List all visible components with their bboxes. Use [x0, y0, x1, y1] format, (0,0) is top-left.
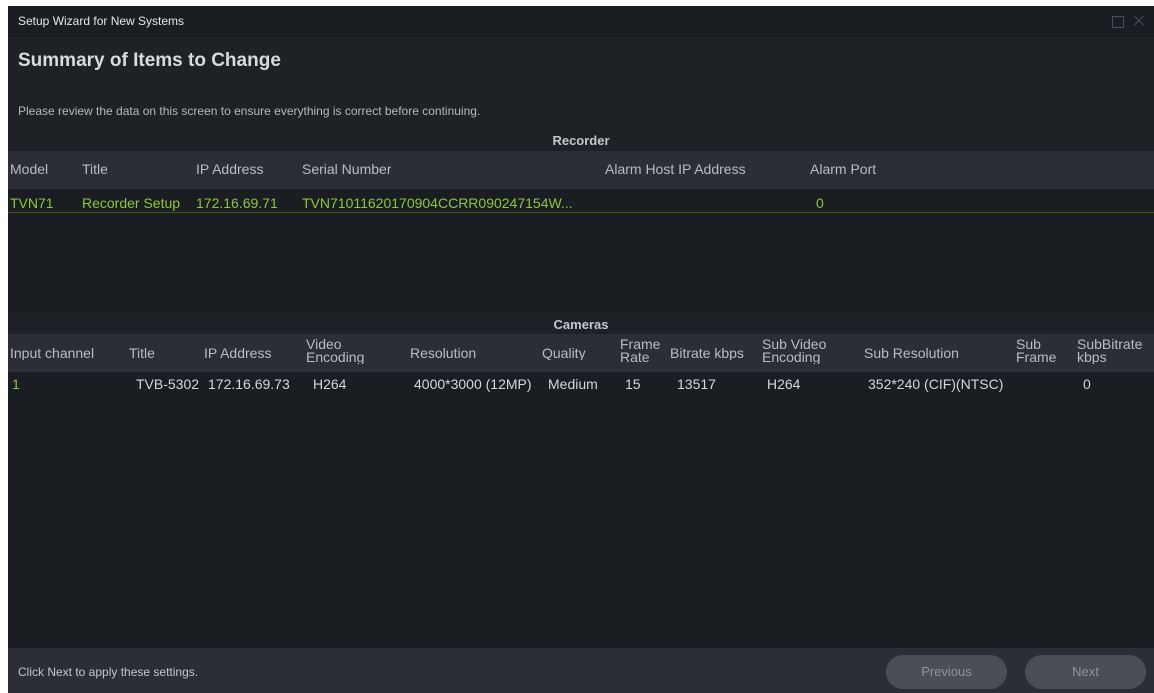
row-title: Recorder Setup: [82, 195, 181, 211]
row-ip-address: 172.16.69.73: [208, 376, 290, 392]
row-sub-resolution: 352*240 (CIF)(NTSC): [868, 376, 1004, 392]
title-bar: Setup Wizard for New Systems: [8, 6, 1154, 37]
column-header-serial-number[interactable]: Serial Number: [302, 163, 391, 176]
row-ip-address: 172.16.69.71: [196, 195, 278, 211]
column-header-ip-address[interactable]: IP Address: [196, 163, 263, 176]
row-model: TVN71: [10, 195, 54, 211]
row-sub-bitrate: 0: [1083, 376, 1091, 392]
previous-button[interactable]: Previous: [886, 655, 1007, 689]
wizard-footer: Click Next to apply these settings. Prev…: [8, 648, 1154, 693]
instruction-text: Please review the data on this screen to…: [18, 104, 481, 118]
window-title: Setup Wizard for New Systems: [18, 14, 185, 28]
column-header-bitrate[interactable]: Bitrate kbps: [670, 347, 744, 360]
column-header-alarm-host-ip[interactable]: Alarm Host IP Address: [605, 163, 746, 176]
close-icon[interactable]: [1130, 12, 1148, 30]
cameras-table-header: Input channel Title IP Address Video Enc…: [8, 334, 1154, 372]
column-header-ip-address[interactable]: IP Address: [204, 347, 271, 360]
cameras-table: Input channel Title IP Address Video Enc…: [8, 334, 1154, 648]
column-header-frame-rate[interactable]: Frame Rate: [620, 338, 668, 364]
recorder-table-header: Model Title IP Address Serial Number Ala…: [8, 151, 1154, 189]
column-header-title[interactable]: Title: [129, 347, 155, 360]
row-input-channel: 1: [12, 376, 20, 392]
recorder-section-title: Recorder: [552, 133, 610, 148]
footer-hint: Click Next to apply these settings.: [18, 665, 199, 679]
table-row[interactable]: TVN71 Recorder Setup 172.16.69.71 TVN710…: [8, 191, 1154, 213]
row-serial-number: TVN71011620170904CCRR090247154W...: [302, 195, 573, 211]
column-header-title[interactable]: Title: [82, 163, 108, 176]
column-header-video-encoding[interactable]: Video Encoding: [306, 338, 376, 364]
row-sub-video-encoding: H264: [767, 376, 801, 392]
row-bitrate: 13517: [677, 376, 716, 392]
column-header-model[interactable]: Model: [10, 163, 48, 176]
table-row[interactable]: 1 TVB-5302 172.16.69.73 H264 4000*3000 (…: [8, 372, 1154, 394]
column-header-input-channel[interactable]: Input channel: [10, 347, 94, 360]
column-header-alarm-port[interactable]: Alarm Port: [810, 163, 876, 176]
recorder-table: Model Title IP Address Serial Number Ala…: [8, 151, 1154, 312]
row-title: TVB-5302: [136, 376, 200, 392]
maximize-icon[interactable]: [1108, 12, 1126, 30]
column-header-quality[interactable]: Quality: [542, 347, 586, 360]
column-header-resolution[interactable]: Resolution: [410, 347, 476, 360]
row-quality: Medium: [548, 376, 598, 392]
row-video-encoding: H264: [313, 376, 347, 392]
page-title: Summary of Items to Change: [18, 50, 281, 71]
next-button[interactable]: Next: [1025, 655, 1146, 689]
row-resolution: 4000*3000 (12MP): [414, 376, 532, 392]
cameras-section-title: Cameras: [553, 317, 609, 332]
column-header-sub-bitrate[interactable]: SubBitrate kbps: [1077, 338, 1154, 364]
column-header-sub-resolution[interactable]: Sub Resolution: [864, 347, 959, 360]
column-header-sub-video-encoding[interactable]: Sub Video Encoding: [762, 338, 842, 364]
row-alarm-port: 0: [816, 195, 824, 211]
setup-wizard-window: Setup Wizard for New Systems Summary of …: [8, 6, 1154, 693]
row-frame-rate: 15: [625, 376, 641, 392]
column-header-sub-frame[interactable]: Sub Frame: [1016, 338, 1062, 364]
